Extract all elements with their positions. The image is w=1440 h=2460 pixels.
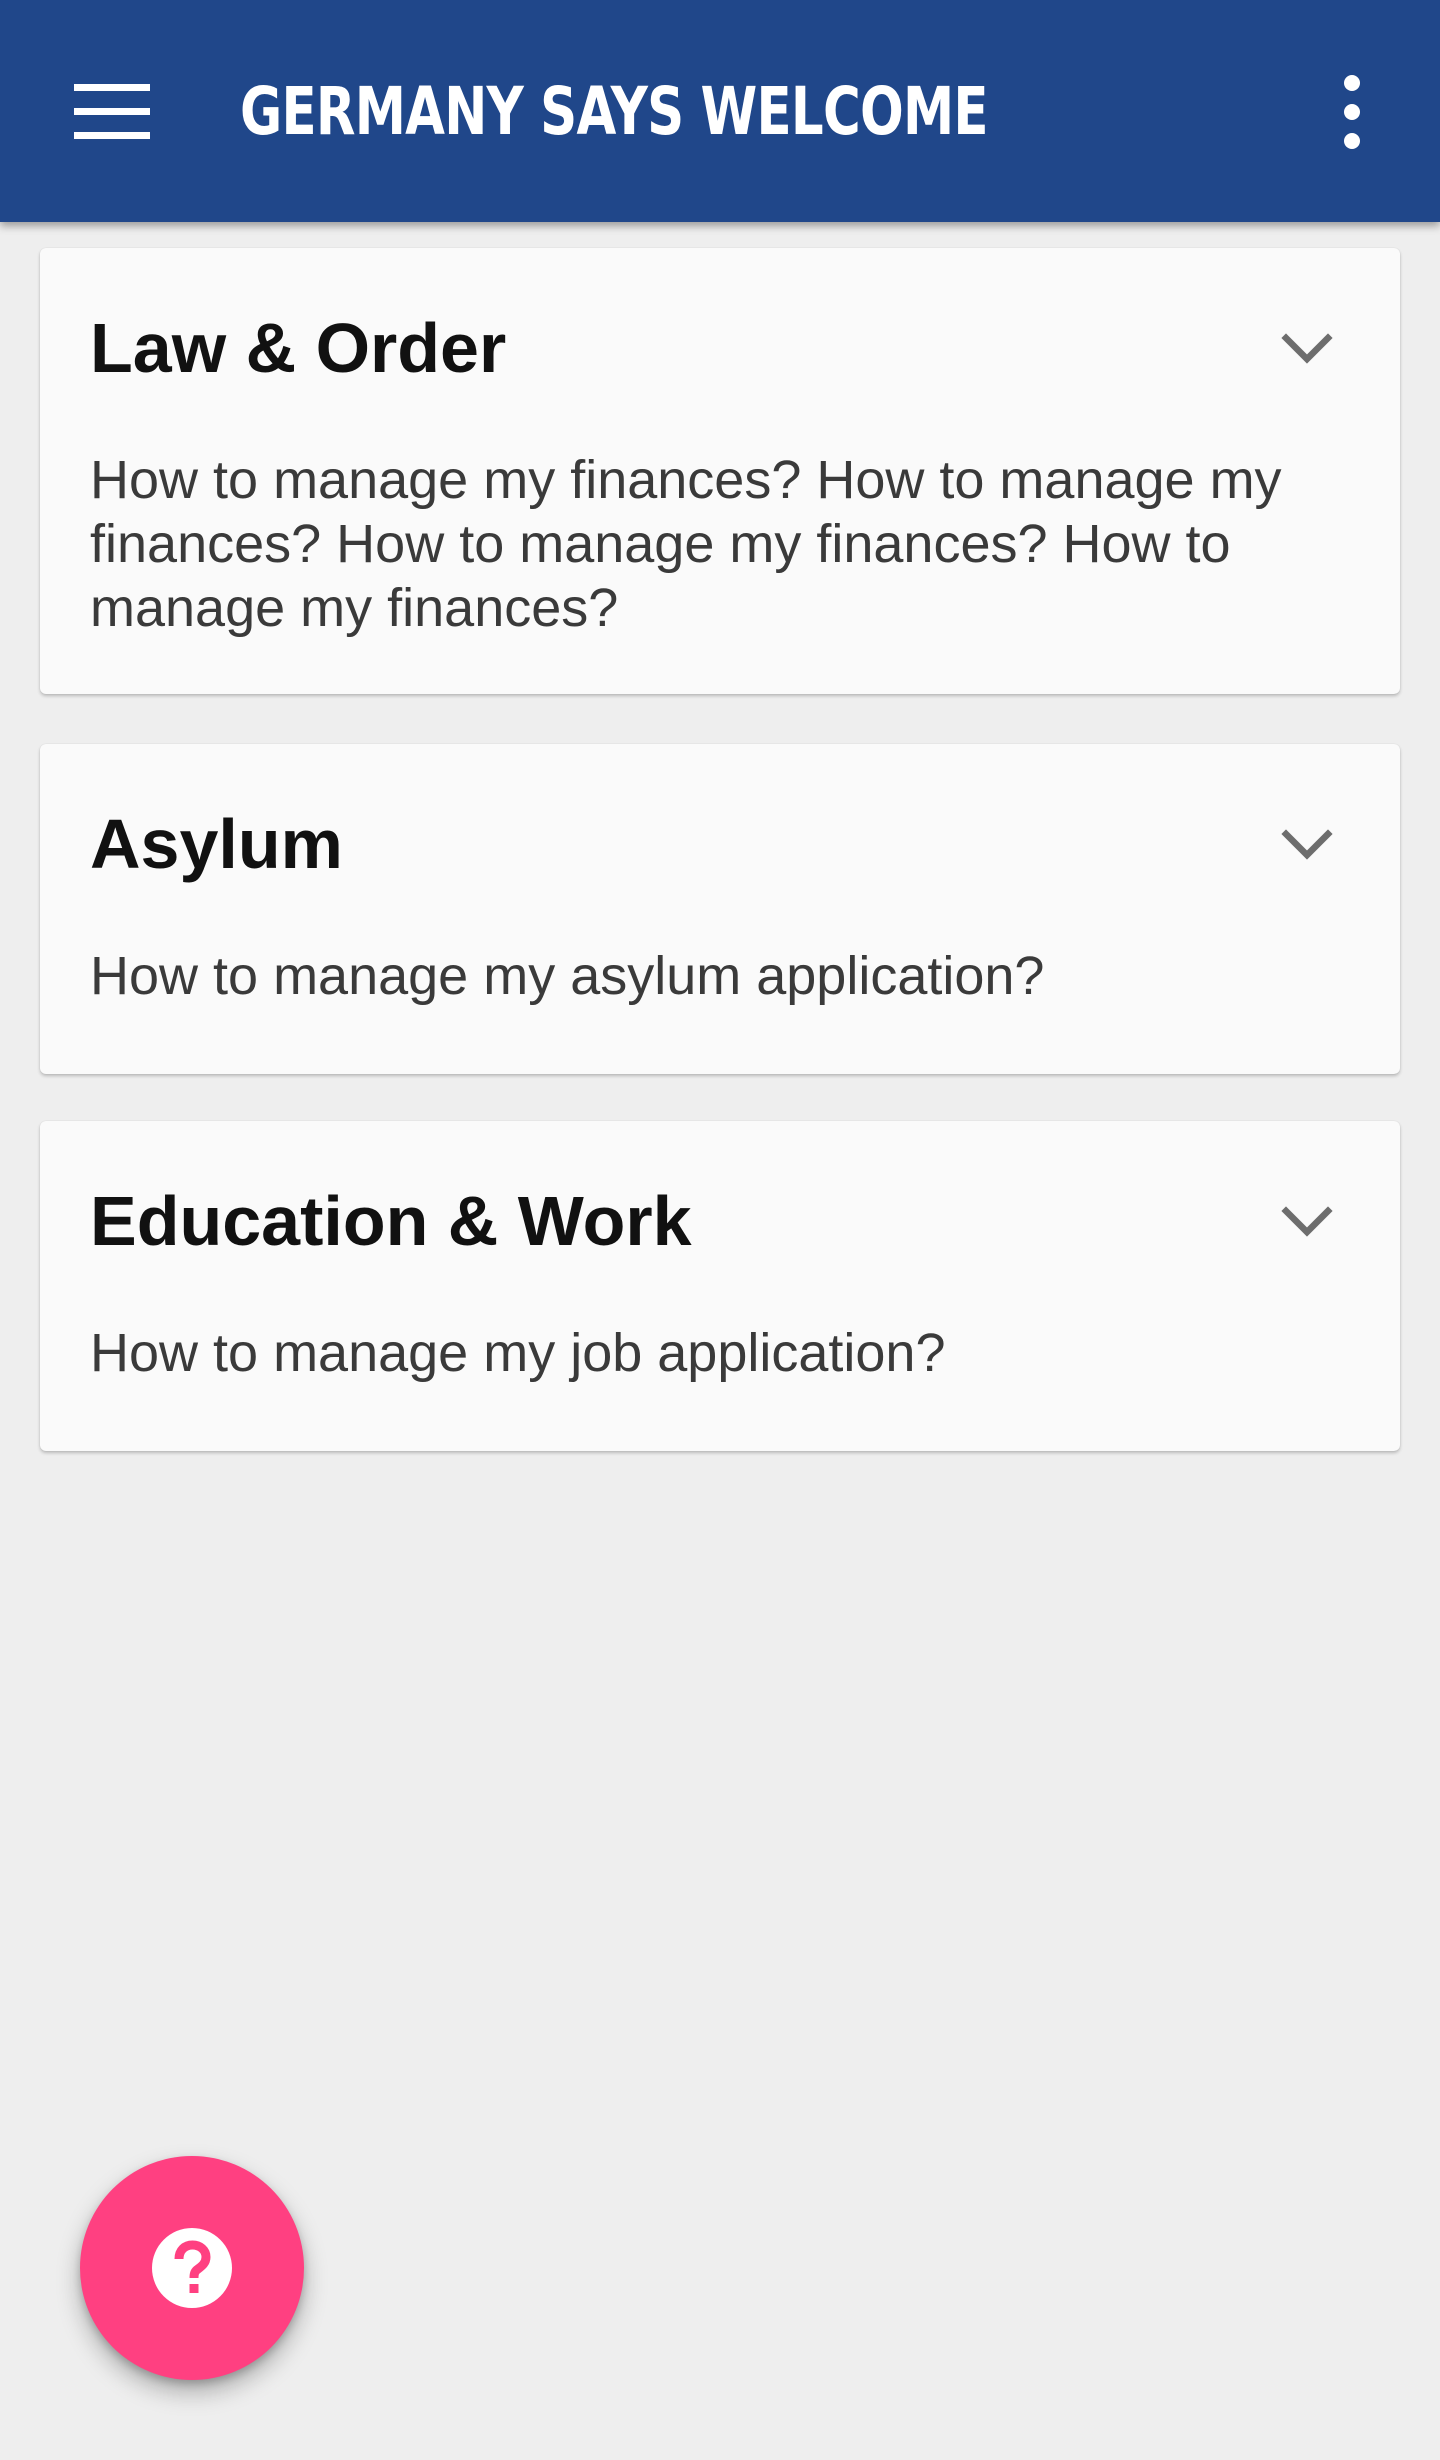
topic-card-education-work[interactable]: Education & Work How to manage my job ap… bbox=[40, 1121, 1400, 1451]
chevron-down-icon[interactable] bbox=[1272, 820, 1342, 870]
chevron-down-icon[interactable] bbox=[1272, 324, 1342, 374]
card-description: How to manage my finances? How to manage… bbox=[90, 450, 1282, 638]
app-title: GERMANY SAYS WELCOME bbox=[240, 73, 989, 150]
card-description: How to manage my asylum application? bbox=[90, 946, 1045, 1006]
card-title: Education & Work bbox=[90, 1182, 692, 1260]
help-question-icon bbox=[152, 2228, 232, 2308]
topic-card-asylum[interactable]: Asylum How to manage my asylum applicati… bbox=[40, 744, 1400, 1074]
card-title: Asylum bbox=[90, 805, 343, 883]
help-fab-button[interactable] bbox=[80, 2156, 304, 2380]
topic-card-law-order[interactable]: Law & Order How to manage my finances? H… bbox=[40, 248, 1400, 694]
card-description: How to manage my job application? bbox=[90, 1323, 946, 1383]
more-vertical-icon[interactable] bbox=[1322, 70, 1382, 154]
hamburger-menu-icon[interactable] bbox=[56, 70, 168, 154]
card-title: Law & Order bbox=[90, 309, 507, 387]
chevron-down-icon[interactable] bbox=[1272, 1197, 1342, 1247]
app-bar: GERMANY SAYS WELCOME bbox=[0, 0, 1440, 222]
